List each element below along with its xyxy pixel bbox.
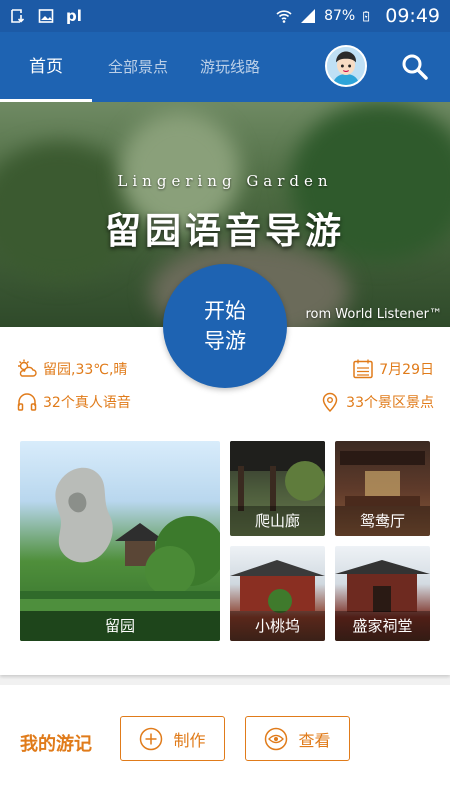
my-travelogue-title: 我的游记 [20, 734, 92, 755]
battery-charging-icon [363, 11, 370, 22]
date-text: 7月29日 [379, 362, 434, 378]
view-travelogue-label: 查看 [298, 730, 331, 750]
spot-tile-label: 盛家祠堂 [335, 611, 430, 641]
weather-text: 留园,33℃,晴 [43, 362, 128, 378]
tab-all-spots[interactable]: 全部景点 [108, 32, 168, 102]
status-bar: pl 87% 09:49 [0, 0, 450, 32]
calendar-icon [353, 359, 374, 379]
weather-icon [18, 359, 37, 377]
tab-all-spots-label: 全部景点 [108, 58, 169, 76]
tab-home-label: 首页 [29, 57, 63, 77]
weather-info: 留园,33℃,晴 [16, 358, 127, 380]
location-pin-icon [322, 392, 338, 413]
status-time: 09:49 [385, 5, 440, 27]
avatar-cartoon-icon [327, 47, 365, 85]
spot-tile-climbing-corridor[interactable]: 爬山廊 [230, 441, 325, 536]
create-travelogue-label: 制作 [173, 730, 206, 750]
plus-circle-icon [140, 727, 163, 750]
voice-count-text: 32个真人语音 [43, 395, 131, 411]
eye-icon [265, 727, 288, 750]
spot-tile-lingering-garden[interactable]: 留园 [20, 441, 220, 641]
search-icon[interactable] [400, 52, 430, 82]
spots-count-info: 33个景区景点 [319, 391, 434, 413]
spot-tile-mandarin-duck-hall[interactable]: 鸳鸯厅 [335, 441, 430, 536]
start-tour-line2: 导游 [204, 329, 246, 353]
tab-routes-label: 游玩线路 [200, 58, 261, 76]
spot-tile-label: 小桃坞 [230, 611, 325, 641]
start-tour-button[interactable]: 开始 导游 [163, 264, 287, 388]
spot-tile-label: 留园 [20, 611, 220, 641]
spots-count-text: 33个景区景点 [346, 395, 434, 411]
view-travelogue-button[interactable]: 查看 [245, 716, 350, 761]
wifi-icon [276, 10, 292, 23]
battery-percent: 87% [324, 8, 356, 24]
spot-tile-label: 鸳鸯厅 [335, 506, 430, 536]
date-info: 7月29日 [352, 358, 434, 380]
spot-tile-label: 爬山廊 [230, 506, 325, 536]
tab-routes[interactable]: 游玩线路 [200, 32, 260, 102]
voice-count-info: 32个真人语音 [16, 391, 131, 413]
top-navigation: 首页 全部景点 游玩线路 [0, 32, 450, 102]
download-icon [11, 9, 25, 23]
banner-title-chinese: 留园语音导游 [104, 210, 345, 252]
image-icon [38, 9, 54, 23]
avatar[interactable] [325, 45, 367, 87]
banner-credit: rom World Listener™ [305, 307, 443, 322]
create-travelogue-button[interactable]: 制作 [120, 716, 225, 761]
spot-tile-sheng-family-shrine[interactable]: 盛家祠堂 [335, 546, 430, 641]
carrier-icon: pl [66, 7, 82, 25]
banner-title-english: Lingering Garden [117, 172, 333, 190]
start-tour-line1: 开始 [204, 299, 246, 323]
spot-tile-little-peach-dock[interactable]: 小桃坞 [230, 546, 325, 641]
tab-home[interactable]: 首页 [0, 32, 92, 102]
signal-icon [301, 9, 316, 23]
headphones-icon [17, 393, 37, 411]
